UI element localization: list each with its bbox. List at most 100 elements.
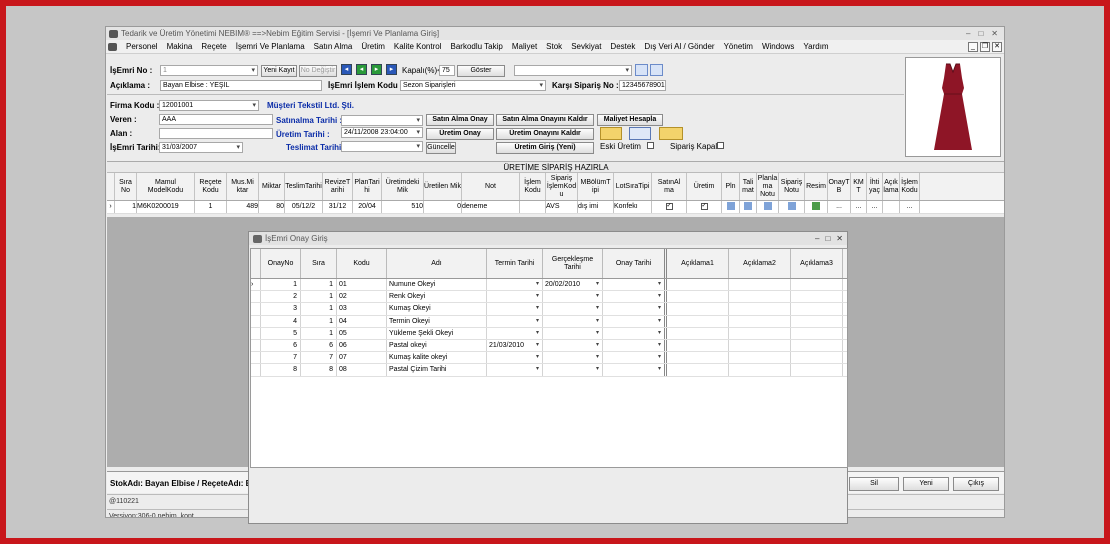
grid-header-10[interactable]: Not [462,173,520,200]
grid-header-0[interactable]: Sıra No [115,173,137,200]
onay-cell-9[interactable] [791,364,843,376]
refresh-icon[interactable] [650,64,663,76]
grid-header-9[interactable]: Üretilen Mik [424,173,462,200]
sil-button[interactable]: Sil [849,477,899,491]
grid-cell-1[interactable]: M6K0200019 [137,201,195,213]
onay-cell-0[interactable]: 8 [261,364,301,376]
goster-button[interactable]: Göster [457,65,505,77]
onay-row[interactable]: 7 7 07 Kumaş kalite okeyi ▾ ▾ ▾ [251,352,847,365]
onay-cell-7[interactable] [667,315,729,327]
grid-header-3[interactable]: Mus.Mi ktar [227,173,259,200]
isemri-tarihi-field[interactable]: 31/03/2007 [159,142,243,153]
grid-cell-13[interactable]: dış imi [578,201,614,213]
veren-field[interactable]: AAA [159,114,273,125]
calendar-icon[interactable] [629,127,651,140]
onay-cell-4[interactable]: 21/03/2010 ▾ [487,339,543,352]
dropdown-arrow-icon[interactable]: ▾ [658,328,661,339]
grid-header-8[interactable]: Üretimdeki Mik [382,173,424,200]
dropdown-arrow-icon[interactable]: ▾ [658,364,661,375]
grid-header-2[interactable]: Reçete Kodu [195,173,227,200]
onay-row[interactable]: 3 1 03 Kumaş Okeyi ▾ ▾ ▾ [251,303,847,316]
onay-cell-7[interactable] [667,327,729,339]
onay-cell-2[interactable]: 06 [337,339,387,352]
onay-cell-9[interactable] [791,339,843,352]
grid-header-6[interactable]: RevizeT arihi [323,173,353,200]
onay-cell-9[interactable] [791,279,843,291]
grid-header-16[interactable]: Üretim [687,173,722,200]
onay-cell-7[interactable] [667,279,729,291]
grid-header-17[interactable]: Pln [722,173,740,200]
onay-header-1[interactable]: Sıra [301,249,337,278]
dropdown-arrow-icon[interactable]: ▾ [596,279,599,290]
onay-header-8[interactable]: Açıklama2 [729,249,791,278]
onay-row[interactable]: 6 6 06 Pastal okeyi 21/03/2010 ▾ ▾ ▾ [251,339,847,353]
grid-cell-12[interactable]: AVS [546,201,578,213]
grid-header-7[interactable]: PlanTari hi [353,173,382,200]
grid-cell-11[interactable] [520,201,546,213]
grid-header-4[interactable]: Miktar [259,173,285,200]
satin-alma-onay-kaldir-button[interactable]: Satın Alma Onayını Kaldır [496,114,594,126]
yeni-kayit-button[interactable]: Yeni Kayıt [261,65,297,77]
image-icon[interactable] [812,202,820,211]
firma-kodu-field[interactable]: 12001001 [159,100,259,111]
onay-cell-9[interactable] [791,327,843,339]
note-icon[interactable] [744,202,752,211]
onay-cell-0[interactable]: 6 [261,339,301,352]
grid-cell-10[interactable]: deneme [462,201,520,213]
onay-cell-1[interactable]: 1 [301,315,337,327]
menu-item-7[interactable]: Barkodlu Takip [451,42,503,51]
dropdown-arrow-icon[interactable]: ▾ [536,291,539,302]
onay-cell-7[interactable] [667,364,729,376]
prev-record-icon[interactable]: ◂ [356,64,367,75]
uretim-tarihi-field[interactable]: 24/11/2008 23:04:00 [341,127,423,138]
grid-header-26[interactable]: İşlem Kodu [900,173,920,200]
onay-cell-9[interactable] [791,352,843,364]
menu-item-15[interactable]: Yardım [803,42,828,51]
dropdown-arrow-icon[interactable]: ▾ [596,328,599,339]
onay-cell-0[interactable]: 5 [261,327,301,339]
grid-cell-14[interactable]: Konfekı [614,201,652,213]
onay-cell-0[interactable]: 4 [261,315,301,327]
onay-cell-4[interactable]: ▾ [487,364,543,376]
grid-cell-20[interactable] [779,201,805,213]
islem-kodu-dropdown[interactable]: Sezon Siparişleri [400,80,546,91]
onay-header-6[interactable]: Onay Tarihi [603,249,667,278]
onay-cell-4[interactable]: ▾ [487,303,543,315]
dropdown-arrow-icon[interactable]: ▾ [596,340,599,351]
dropdown-arrow-icon[interactable]: ▾ [536,279,539,290]
grid-header-22[interactable]: OnayT B [828,173,851,200]
onay-cell-8[interactable] [729,327,791,339]
dropdown-arrow-icon[interactable]: ▾ [596,352,599,363]
dropdown-arrow-icon[interactable]: ▾ [596,303,599,314]
onay-cell-3[interactable]: Kumaş kalite okeyi [387,352,487,364]
row-checkbox[interactable]: ✓ [665,202,673,210]
note-icon[interactable] [763,202,772,211]
grid-cell-21[interactable] [805,201,828,213]
onay-header-5[interactable]: Gerçekleşme Tarihi [543,249,603,278]
eski-uretim-checkbox[interactable] [647,142,654,149]
menu-item-5[interactable]: Üretim [361,42,385,51]
onay-row[interactable]: 8 8 08 Pastal Çizim Tarihi ▾ ▾ ▾ [251,364,847,377]
grid-header-18[interactable]: Tali mat [740,173,757,200]
onay-cell-1[interactable]: 1 [301,303,337,315]
uretim-onay-button[interactable]: Üretim Onay [426,128,494,140]
onay-cell-6[interactable]: ▾ [603,364,667,376]
menu-item-4[interactable]: Satın Alma [314,42,353,51]
onay-cell-0[interactable]: 7 [261,352,301,364]
onay-cell-5[interactable]: ▾ [543,352,603,364]
row-checkbox[interactable]: ✓ [700,202,708,210]
menu-item-0[interactable]: Personel [126,42,158,51]
folder-icon[interactable] [600,127,622,140]
onay-cell-4[interactable]: ▾ [487,279,543,291]
menu-item-9[interactable]: Stok [546,42,562,51]
grid-cell-15[interactable]: ✓ [652,201,687,213]
grid-header-11[interactable]: İşlem Kodu [520,173,546,200]
menu-item-8[interactable]: Maliyet [512,42,537,51]
onay-cell-3[interactable]: Termin Okeyi [387,315,487,327]
kapali-field[interactable]: 75 [439,65,455,76]
onay-cell-6[interactable]: ▾ [603,279,667,291]
isemri-no-field[interactable]: 1 [160,65,258,76]
onay-cell-2[interactable]: 04 [337,315,387,327]
grid-header-1[interactable]: Mamul ModelKodu [137,173,195,200]
cikis-button[interactable]: Çıkış [953,477,999,491]
